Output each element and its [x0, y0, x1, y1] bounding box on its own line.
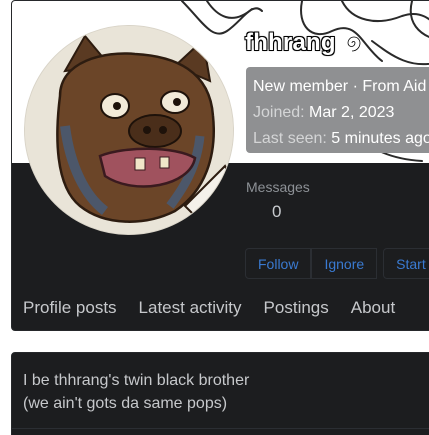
avatar-illustration	[25, 26, 233, 234]
about-text: I be thhrang's twin black brother (we ai…	[23, 372, 250, 412]
joined-label: Joined:	[253, 104, 305, 121]
tab-postings[interactable]: Postings	[264, 298, 329, 318]
profile-tabs: Profile posts Latest activity Postings A…	[12, 283, 429, 330]
avatar[interactable]	[24, 25, 234, 235]
start-conversation-button[interactable]: Start c	[383, 248, 429, 279]
messages-label: Messages	[246, 179, 310, 195]
action-buttons: Follow Ignore Start c	[245, 248, 429, 279]
member-title-line: New member · From Aid	[253, 78, 427, 95]
follow-button[interactable]: Follow	[245, 248, 312, 279]
about-divider	[12, 428, 429, 429]
joined-value: Mar 2, 2023	[309, 104, 395, 121]
username[interactable]: fhhrang	[245, 29, 336, 57]
profile-page: fhhrang New member · From Aid Joined: Ma…	[0, 0, 429, 435]
ignore-button[interactable]: Ignore	[311, 248, 378, 279]
tab-profile-posts[interactable]: Profile posts	[23, 298, 117, 318]
last-seen-value: 5 minutes ago	[331, 130, 429, 147]
tab-about[interactable]: About	[351, 298, 395, 318]
joined-line: Joined: Mar 2, 2023	[253, 100, 429, 126]
member-stats: Messages 0	[246, 179, 310, 222]
tab-latest-activity[interactable]: Latest activity	[139, 298, 242, 318]
last-seen-line: Last seen: 5 minutes ago	[253, 126, 429, 152]
last-seen-label: Last seen:	[253, 130, 327, 147]
spiral-icon	[346, 35, 361, 53]
messages-count[interactable]: 0	[272, 202, 310, 222]
profile-card: fhhrang New member · From Aid Joined: Ma…	[11, 0, 429, 331]
about-block: I be thhrang's twin black brother (we ai…	[11, 352, 429, 435]
member-info-box: New member · From Aid Joined: Mar 2, 202…	[246, 67, 429, 153]
username-row: fhhrang	[245, 27, 364, 59]
